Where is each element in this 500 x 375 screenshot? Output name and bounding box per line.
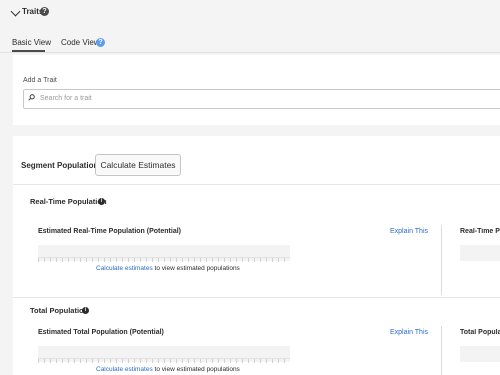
calc-note-text: to view estimated populations [152,366,240,373]
help-icon[interactable]: ? [40,7,49,16]
divider [13,184,500,185]
real-time-panel-title: Estimated Real-Time Population (Potentia… [38,228,182,235]
calc-note-text: to view estimated populations [152,265,240,272]
segment-populations-label: Segment Populations [21,161,103,170]
tab-code-view[interactable]: Code View [61,38,100,47]
traits-header[interactable] [0,0,500,27]
search-placeholder: Search for a trait [40,95,92,102]
info-icon[interactable]: i [98,198,105,205]
real-time-right-bar [460,245,500,261]
info-icon[interactable]: i [82,307,89,314]
calculate-estimates-note: Calculate estimates to view estimated po… [96,265,240,272]
divider [13,297,500,298]
add-trait-label: Add a Trait [23,77,57,84]
calculate-estimates-link[interactable]: Calculate estimates [96,265,153,272]
total-right-panel-title: Total Populat [460,329,500,336]
calculate-estimates-link[interactable]: Calculate estimates [96,366,153,373]
real-time-right-panel-title: Real-Time Po [460,228,500,235]
total-panel-title: Estimated Total Population (Potential) [38,329,164,336]
tab-basic-view[interactable]: Basic View [12,38,51,47]
code-view-help-icon[interactable]: ? [96,38,105,47]
population-scale [38,257,290,262]
panel-divider [441,225,442,295]
panel-divider [441,326,442,375]
active-tab-indicator [12,50,45,52]
explain-this-link[interactable]: Explain This [390,329,428,336]
calculate-estimates-button[interactable]: Calculate Estimates [95,154,181,176]
real-time-population-title: Real-Time Population [30,197,107,206]
calculate-estimates-note: Calculate estimates to view estimated po… [96,366,240,373]
search-icon [28,94,35,101]
total-right-bar [460,346,500,362]
trait-search-input[interactable] [23,89,500,109]
total-population-title: Total Population [30,306,89,315]
explain-this-link[interactable]: Explain This [390,228,428,235]
population-scale [38,358,290,363]
